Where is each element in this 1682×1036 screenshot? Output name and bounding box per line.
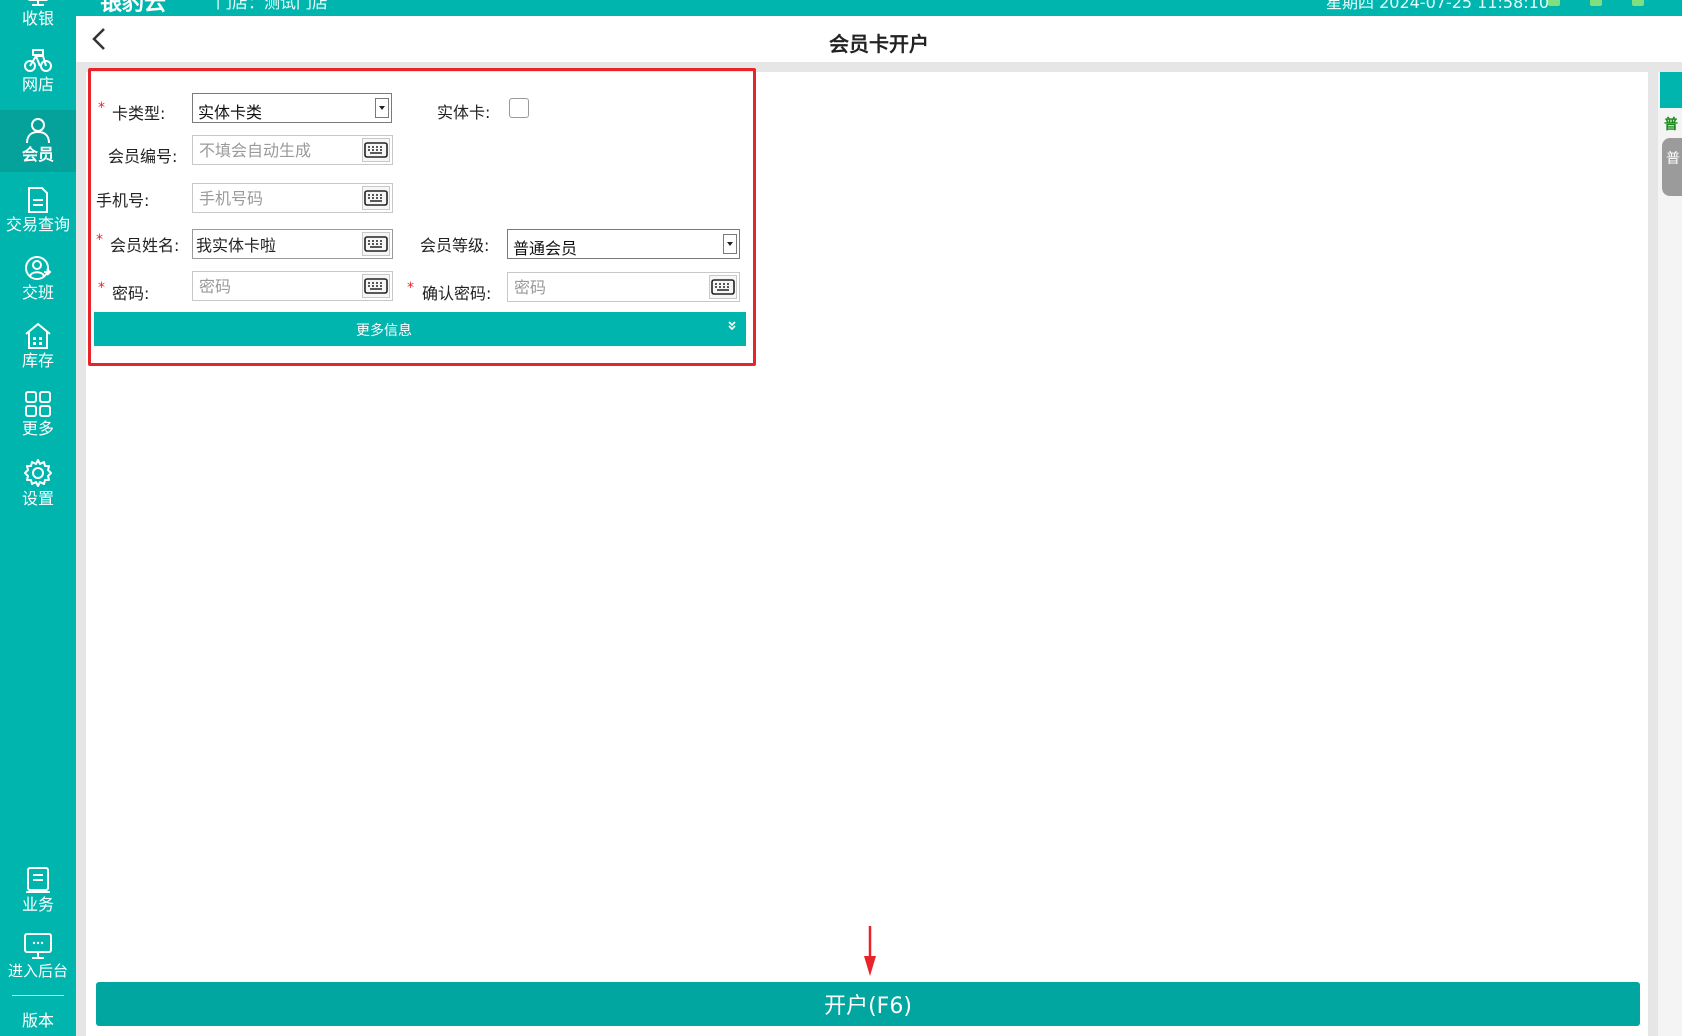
- dropdown-arrow-icon: [723, 234, 737, 254]
- confirm-password-input[interactable]: [508, 273, 704, 301]
- keyboard-button[interactable]: [362, 186, 390, 210]
- sidebar-item-label: 进入后台: [7, 962, 68, 980]
- sidebar-item-label: 交班: [21, 283, 54, 302]
- member-name-label: 会员姓名:: [110, 236, 180, 255]
- sidebar-item-more[interactable]: 更多: [0, 390, 76, 446]
- sidebar: 收银 网店 会员 交易查询 交班 库存 更多 设置 业务 进入后台 版本: [0, 0, 76, 1036]
- annotation-arrow-icon: [864, 926, 876, 976]
- grid-icon: [25, 391, 51, 417]
- physical-card-label: 实体卡:: [437, 103, 491, 122]
- screen-icon: [24, 933, 52, 959]
- sidebar-item-label: 会员: [21, 145, 54, 164]
- sidebar-divider: [12, 995, 64, 996]
- store-name: 门店：测试门店: [216, 0, 329, 12]
- document-icon: [28, 187, 48, 213]
- keyboard-icon: [364, 278, 388, 294]
- page-title: 会员卡开户: [829, 32, 929, 56]
- member-level-label: 会员等级:: [420, 236, 490, 255]
- user-icon: [26, 118, 50, 144]
- signal-icon: [1590, 0, 1602, 6]
- member-name-input[interactable]: [193, 230, 357, 258]
- gear-icon: [24, 459, 52, 487]
- sidebar-item-label: 更多: [21, 419, 54, 438]
- keyboard-icon: [364, 236, 388, 252]
- sidebar-item-label: 库存: [21, 351, 54, 370]
- card-type-value: 实体卡类: [198, 103, 263, 122]
- password-label: 密码:: [112, 284, 150, 303]
- right-strip: [1658, 72, 1682, 1036]
- sidebar-item-label: 交易查询: [5, 215, 70, 234]
- keyboard-icon: [364, 142, 388, 158]
- dropdown-arrow-icon: [375, 98, 389, 118]
- confirm-password-field: [507, 272, 740, 302]
- right-strip-tab[interactable]: 普: [1662, 138, 1682, 196]
- member-name-field: [192, 229, 393, 259]
- member-no-label: 会员编号:: [108, 147, 178, 166]
- sidebar-item-business[interactable]: 业务: [0, 866, 76, 922]
- required-mark: *: [96, 232, 103, 248]
- right-strip-header: [1660, 72, 1682, 108]
- member-level-select[interactable]: 普通会员: [507, 229, 740, 259]
- sidebar-item-inventory[interactable]: 库存: [0, 322, 76, 378]
- phone-field: [192, 183, 393, 213]
- sidebar-item-backend[interactable]: 进入后台: [0, 932, 76, 988]
- physical-card-checkbox[interactable]: [509, 98, 529, 118]
- required-mark: *: [407, 280, 414, 296]
- sidebar-item-label: 版本: [21, 1011, 54, 1030]
- keyboard-button[interactable]: [709, 275, 737, 299]
- keyboard-button[interactable]: [362, 274, 390, 298]
- sidebar-item-cashier[interactable]: 收银: [0, 0, 76, 42]
- sidebar-item-online-store[interactable]: 网店: [0, 48, 76, 104]
- more-info-toggle[interactable]: 更多信息: [94, 312, 746, 346]
- bicycle-icon: [24, 49, 52, 72]
- more-info-label: 更多信息: [356, 323, 412, 339]
- network-icon: [1632, 0, 1644, 6]
- sidebar-item-shift[interactable]: 交班: [0, 254, 76, 310]
- right-strip-label: 普: [1664, 117, 1678, 133]
- sidebar-item-label: 设置: [21, 489, 54, 508]
- shift-icon: [25, 256, 52, 280]
- datetime: 星期四 2024-07-25 11:58:10: [1326, 0, 1550, 12]
- sidebar-item-label: 收银: [21, 9, 54, 28]
- book-icon: [26, 867, 50, 893]
- required-mark: *: [98, 280, 105, 296]
- sidebar-item-transactions[interactable]: 交易查询: [0, 186, 76, 242]
- sidebar-item-label: 网店: [21, 75, 54, 94]
- status-icon: [1548, 0, 1560, 6]
- keyboard-button[interactable]: [362, 232, 390, 256]
- confirm-password-label: 确认密码:: [422, 284, 492, 303]
- member-no-input[interactable]: [193, 136, 357, 164]
- app-logo: 银豹云: [100, 0, 167, 16]
- member-no-field: [192, 135, 393, 165]
- phone-input[interactable]: [193, 184, 357, 212]
- keyboard-icon: [364, 190, 388, 206]
- top-bar: 银豹云 门店：测试门店 星期四 2024-07-25 11:58:10: [0, 0, 1682, 16]
- double-chevron-down-icon: [728, 320, 736, 334]
- keyboard-button[interactable]: [362, 138, 390, 162]
- sidebar-item-member[interactable]: 会员: [0, 110, 76, 172]
- phone-label: 手机号:: [96, 191, 150, 210]
- password-input[interactable]: [193, 272, 357, 300]
- password-field: [192, 271, 393, 301]
- warehouse-icon: [25, 322, 51, 349]
- page-header: 会员卡开户: [76, 16, 1682, 62]
- card-type-label: 卡类型:: [112, 104, 166, 123]
- sidebar-item-version[interactable]: 版本: [0, 1010, 76, 1034]
- sidebar-item-label: 业务: [21, 895, 54, 914]
- keyboard-icon: [711, 279, 735, 295]
- sidebar-item-settings[interactable]: 设置: [0, 458, 76, 514]
- monitor-icon: [27, 0, 49, 6]
- open-account-button[interactable]: 开户(F6): [96, 982, 1640, 1026]
- required-mark: *: [98, 100, 105, 116]
- member-level-value: 普通会员: [513, 239, 578, 258]
- card-type-select[interactable]: 实体卡类: [192, 93, 392, 123]
